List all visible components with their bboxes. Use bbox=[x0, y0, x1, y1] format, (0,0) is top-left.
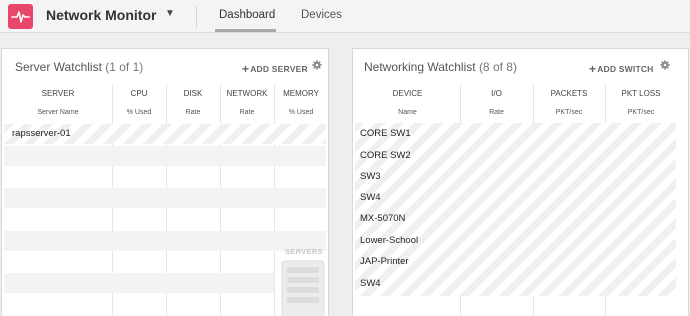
col-header-network[interactable]: NETWORK bbox=[220, 89, 274, 98]
device-name-cell[interactable]: CORE SW2 bbox=[360, 150, 411, 161]
device-name-cell[interactable]: SW4 bbox=[360, 278, 381, 289]
empty-row bbox=[4, 231, 326, 251]
tab-dashboard[interactable]: Dashboard bbox=[219, 9, 275, 21]
servers-empty-label: SERVERS bbox=[285, 247, 323, 256]
device-name-cell[interactable]: CORE SW1 bbox=[360, 128, 411, 139]
col-header-device[interactable]: DEVICE bbox=[355, 89, 460, 98]
active-tab-indicator bbox=[215, 29, 276, 32]
gear-icon[interactable] bbox=[312, 60, 322, 70]
device-name-cell[interactable]: JAP-Printer bbox=[360, 256, 409, 267]
tab-devices[interactable]: Devices bbox=[301, 9, 342, 21]
device-rows-area bbox=[355, 123, 676, 296]
add-server-label: ADD SERVER bbox=[250, 64, 308, 74]
top-bar: Network Monitor ▼ Dashboard Devices bbox=[0, 0, 690, 33]
app-title[interactable]: Network Monitor bbox=[46, 7, 156, 23]
server-panel-count: (1 of 1) bbox=[105, 60, 144, 74]
device-name-cell[interactable]: SW4 bbox=[360, 192, 381, 203]
col-unit-pkt-loss: PKT/sec bbox=[627, 109, 655, 116]
col-header-server[interactable]: SERVER bbox=[4, 89, 112, 98]
add-switch-button[interactable]: +ADD SWITCH bbox=[589, 62, 654, 76]
networking-watchlist-panel: Networking Watchlist (8 of 8) +ADD SWITC… bbox=[352, 48, 689, 316]
col-unit-device: Name bbox=[398, 109, 417, 116]
col-header-cpu[interactable]: CPU bbox=[112, 89, 166, 98]
col-unit-disk: Rate bbox=[185, 109, 201, 116]
col-unit-server: Server Name bbox=[37, 109, 79, 116]
server-name-cell[interactable]: rapsserver-01 bbox=[12, 128, 71, 139]
col-header-memory[interactable]: MEMORY bbox=[274, 89, 328, 98]
col-unit-cpu: % Used bbox=[126, 109, 152, 116]
empty-row bbox=[4, 273, 274, 293]
chevron-down-icon[interactable]: ▼ bbox=[165, 8, 175, 19]
empty-row bbox=[4, 146, 326, 166]
col-unit-packets: PKT/sec bbox=[555, 109, 583, 116]
col-header-io[interactable]: I/O bbox=[460, 89, 533, 98]
network-panel-title: Networking Watchlist (8 of 8) bbox=[364, 60, 517, 74]
device-name-cell[interactable]: MX-5070N bbox=[360, 213, 405, 224]
network-panel-count: (8 of 8) bbox=[478, 60, 517, 74]
col-unit-network: Rate bbox=[239, 109, 255, 116]
server-rack-icon bbox=[281, 260, 325, 316]
col-unit-io: Rate bbox=[489, 109, 504, 116]
plus-icon: + bbox=[589, 62, 597, 76]
server-watchlist-panel: Server Watchlist (1 of 1) +ADD SERVER SE… bbox=[1, 48, 329, 316]
nav-divider bbox=[196, 6, 197, 28]
server-panel-title-text: Server Watchlist bbox=[15, 60, 102, 74]
server-panel-title: Server Watchlist (1 of 1) bbox=[15, 60, 143, 74]
gear-icon[interactable] bbox=[660, 60, 670, 70]
col-unit-memory: % Used bbox=[288, 109, 314, 116]
device-name-cell[interactable]: Lower-School bbox=[360, 235, 418, 246]
add-switch-label: ADD SWITCH bbox=[597, 64, 654, 74]
col-header-packets[interactable]: PACKETS bbox=[533, 89, 605, 98]
empty-row bbox=[4, 188, 326, 208]
col-header-pkt-loss[interactable]: PKT LOSS bbox=[605, 89, 677, 98]
device-name-cell[interactable]: SW3 bbox=[360, 171, 381, 182]
network-panel-title-text: Networking Watchlist bbox=[364, 60, 476, 74]
add-server-button[interactable]: +ADD SERVER bbox=[242, 62, 308, 76]
plus-icon: + bbox=[242, 62, 250, 76]
col-header-disk[interactable]: DISK bbox=[166, 89, 220, 98]
app-logo-icon[interactable] bbox=[8, 4, 33, 29]
